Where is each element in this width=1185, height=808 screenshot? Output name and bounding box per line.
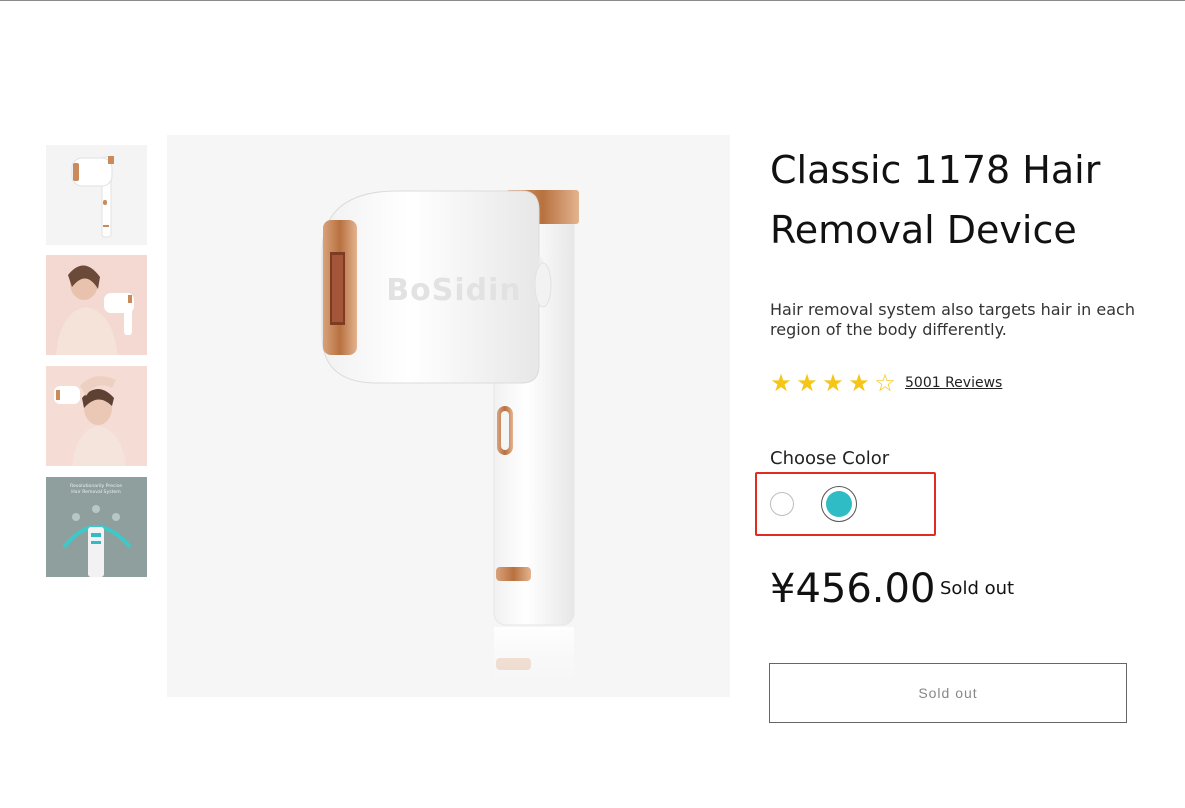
star-filled-icon: ★	[796, 369, 818, 397]
star-filled-icon: ★	[822, 369, 844, 397]
main-product-image: BoSidin	[167, 135, 730, 697]
star-filled-icon: ★	[770, 369, 792, 397]
product-price: ¥456.00	[770, 566, 936, 612]
product-description: Hair removal system also targets hair in…	[770, 300, 1135, 339]
color-swatch-teal[interactable]	[821, 486, 857, 522]
color-swatch-white[interactable]	[770, 492, 794, 516]
color-swatch-teal-fill	[826, 491, 852, 517]
thumbnail-device[interactable]	[46, 145, 147, 245]
star-empty-icon: ☆	[874, 369, 896, 397]
reviews-link[interactable]: 5001 Reviews	[905, 375, 1002, 391]
product-rating: ★ ★ ★ ★ ☆ 5001 Reviews	[768, 369, 1002, 397]
thumbnail-model-2[interactable]	[46, 366, 147, 466]
color-picker-label: Choose Color	[770, 448, 890, 469]
sold-out-button[interactable]: Sold out	[769, 663, 1127, 723]
product-title: Classic 1178 Hair Removal Device	[770, 148, 1101, 252]
availability-badge: Sold out	[940, 578, 1015, 599]
header-divider	[0, 0, 1185, 1]
device-brand-text: BoSidin	[386, 273, 521, 308]
thumbnail-infographic[interactable]: Revolutionarily Precise Hair Removal Sys…	[46, 477, 147, 577]
star-filled-icon: ★	[848, 369, 870, 397]
infographic-caption-line2: Hair Removal System	[71, 489, 121, 495]
infographic-caption-line1: Revolutionarily Precise	[70, 483, 122, 489]
thumbnail-model-1[interactable]	[46, 255, 147, 355]
